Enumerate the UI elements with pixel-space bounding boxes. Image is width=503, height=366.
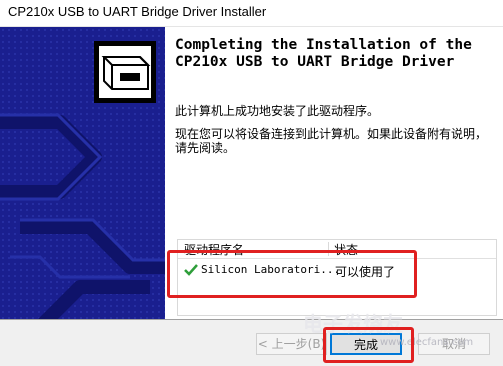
window-title: CP210x USB to UART Bridge Driver Install… — [8, 4, 267, 19]
highlight-box-finish — [323, 327, 414, 363]
instruction-message: 现在您可以将设备连接到此计算机。如果此设备附有说明，请先阅读。 — [175, 127, 488, 155]
title-bar: CP210x USB to UART Bridge Driver Install… — [0, 0, 503, 27]
success-message: 此计算机上成功地安装了此驱动程序。 — [175, 104, 380, 118]
drive-icon — [94, 41, 156, 103]
highlight-box-driver-row — [167, 250, 417, 298]
wizard-banner — [0, 27, 165, 319]
page-heading: Completing the Installation of the CP210… — [175, 37, 472, 70]
circuit-pattern-graphic — [0, 27, 165, 319]
